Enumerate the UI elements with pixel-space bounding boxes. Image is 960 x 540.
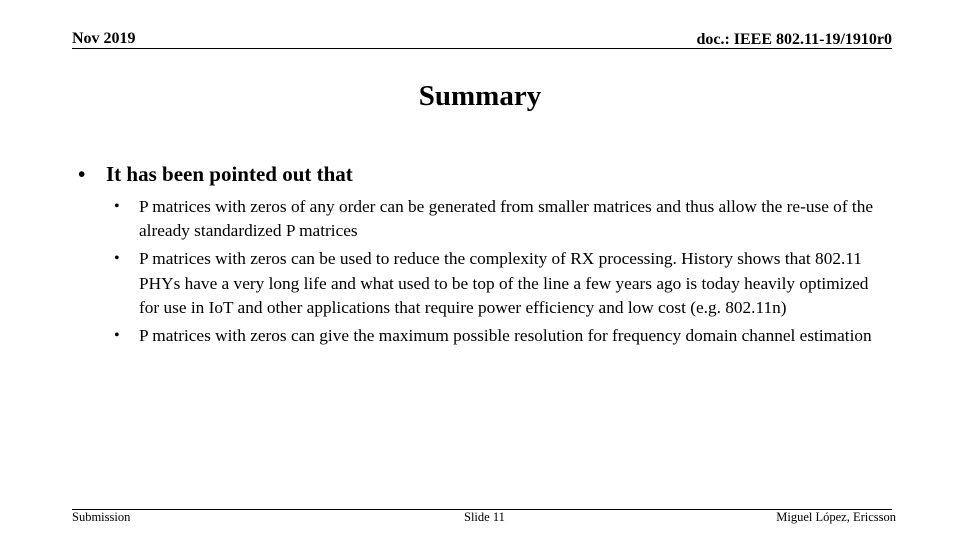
sub-bullet-item: • P matrices with zeros can give the maxi… xyxy=(112,324,892,348)
sub-bullet-text: P matrices with zeros of any order can b… xyxy=(139,197,874,241)
sub-bullet-text: P matrices with zeros can give the maxim… xyxy=(139,326,872,346)
header-date: Nov 2019 xyxy=(72,30,136,47)
slide-title: Summary xyxy=(418,80,542,112)
footer-author: Miguel López, Ericsson xyxy=(776,510,896,524)
sub-bullet-list: • P matrices with zeros of any order can … xyxy=(112,195,892,352)
main-bullet: • It has been pointed out that xyxy=(78,162,353,187)
footer-submission: Submission xyxy=(72,510,131,524)
main-bullet-text: It has been pointed out that xyxy=(106,162,353,186)
footer-slide-number: Slide 11 xyxy=(464,510,505,524)
bullet-icon: • xyxy=(114,327,120,345)
header-doc-id: doc.: IEEE 802.11-19/1910r0 xyxy=(696,31,892,48)
bullet-icon: • xyxy=(114,198,120,215)
sub-bullet-text: P matrices with zeros can be used to red… xyxy=(139,249,869,317)
header-divider xyxy=(72,48,892,49)
bullet-icon: • xyxy=(78,162,86,186)
sub-bullet-item: • P matrices with zeros can be used to re… xyxy=(112,247,892,320)
bullet-icon: • xyxy=(114,250,120,268)
sub-bullet-item: • P matrices with zeros of any order can … xyxy=(112,195,892,243)
